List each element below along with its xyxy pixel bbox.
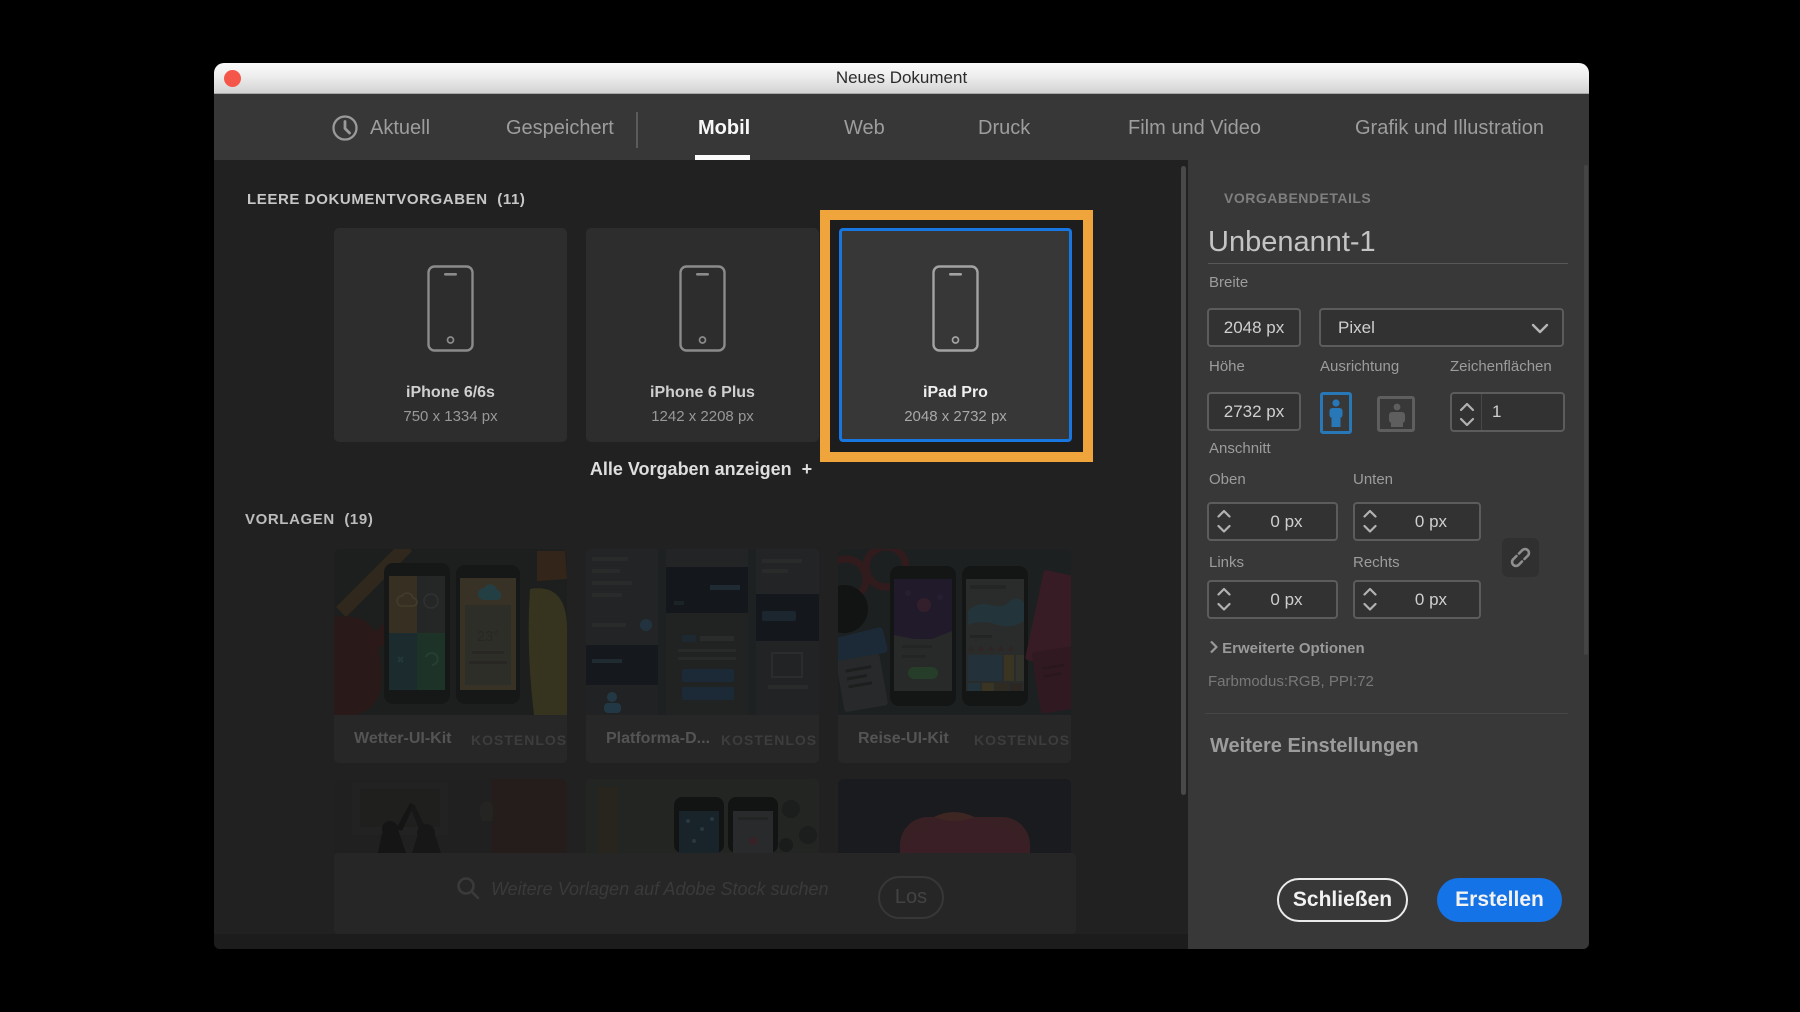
svg-text:23°: 23°: [477, 628, 500, 645]
